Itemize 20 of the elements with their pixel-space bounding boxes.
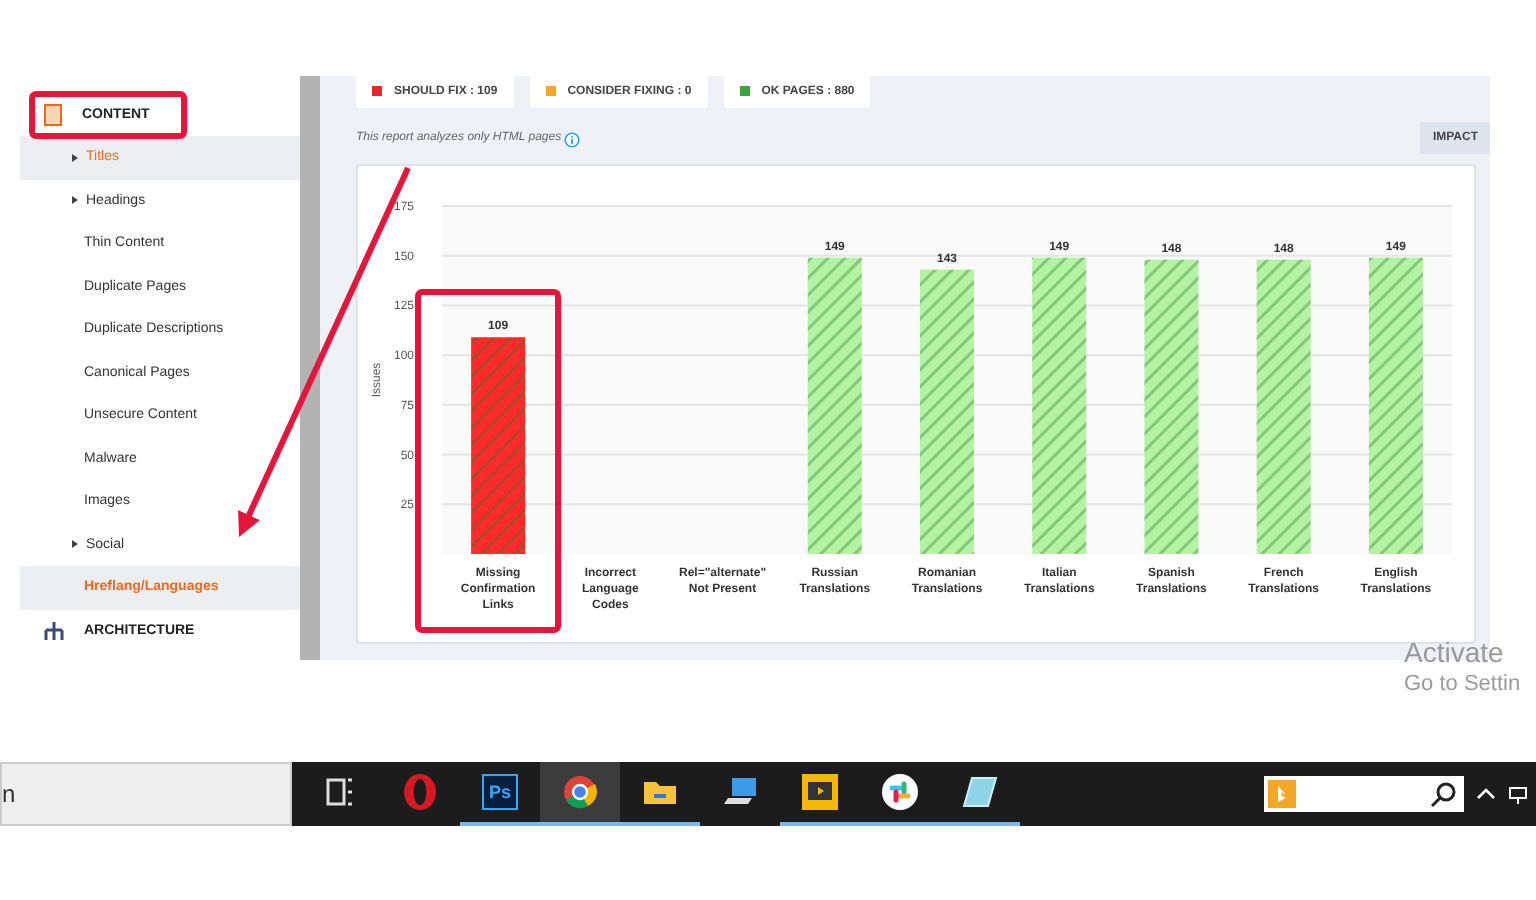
opera-icon: [400, 772, 440, 812]
search-field[interactable]: n: [0, 762, 292, 826]
chevron-up-icon[interactable]: [1476, 784, 1496, 804]
caret-icon: [72, 196, 78, 205]
activation-title: Activate: [1404, 636, 1506, 668]
bing-icon: [1268, 780, 1296, 808]
notebook-icon: [960, 772, 1000, 812]
document-icon: [44, 103, 62, 125]
scrollbar[interactable]: [300, 76, 320, 660]
video-player-icon: [800, 772, 840, 812]
web-search-field[interactable]: [1264, 776, 1464, 812]
search-icon[interactable]: [1430, 780, 1458, 808]
caret-icon: [72, 153, 78, 162]
taskbar-button[interactable]: [540, 762, 620, 826]
photoshop-icon: Ps: [482, 774, 518, 810]
slack-icon: [880, 772, 920, 812]
chrome-icon: [560, 772, 600, 812]
info-icon[interactable]: [563, 131, 580, 148]
hierarchy-icon: [44, 622, 64, 640]
caret-icon: [72, 540, 78, 549]
